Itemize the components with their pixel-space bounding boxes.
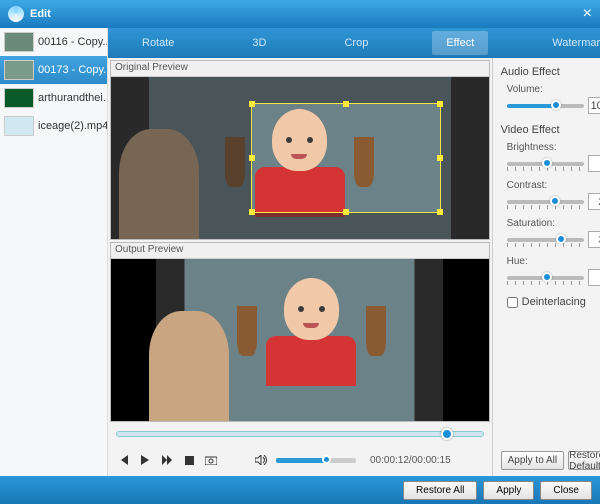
slider-knob[interactable] [542,158,552,168]
original-preview: Original Preview [110,60,490,240]
volume-knob[interactable] [322,455,331,464]
crop-handle[interactable] [249,101,255,107]
sidebar-item-label: 00116 - Copy... [38,36,107,48]
crop-handle[interactable] [249,209,255,215]
contrast-spinner[interactable]: 20▲▼ [588,193,600,210]
sidebar-item-3[interactable]: iceage(2).mp4 [0,112,107,140]
apply-to-all-button[interactable]: Apply to All [501,451,565,470]
restore-defaults-button[interactable]: Restore Defaults [568,451,600,470]
thumb-icon [4,32,34,52]
sidebar-item-label: 00173 - Copy... [38,64,107,76]
window-title: Edit [30,8,51,20]
deinterlace-checkbox[interactable]: Deinterlacing [501,296,600,308]
brightness-label: Brightness: [507,142,600,153]
prev-icon[interactable] [116,453,130,467]
crop-handle[interactable] [343,101,349,107]
tab-crop[interactable]: Crop [330,31,382,55]
apply-button[interactable]: Apply [483,481,534,500]
next-icon[interactable] [160,453,174,467]
crop-handle[interactable] [437,101,443,107]
thumb-icon [4,60,34,80]
footer: Restore All Apply Close [0,476,600,504]
snapshot-icon[interactable] [204,453,218,467]
sidebar-item-label: iceage(2).mp4 [38,120,107,132]
close-icon[interactable]: × [583,5,592,23]
sidebar-item-2[interactable]: arthurandthei... [0,84,107,112]
volume-label: Volume: [507,84,600,95]
hue-slider[interactable] [507,276,584,280]
saturation-label: Saturation: [507,218,600,229]
deinterlace-input[interactable] [507,297,518,308]
saturation-spinner[interactable]: 37▲▼ [588,231,600,248]
time-display: 00:00:12/00:00:15 [370,455,451,466]
tab-bar: Rotate 3D Crop Effect Watermark [108,28,600,58]
saturation-slider[interactable] [507,238,584,242]
brightness-spinner[interactable]: 0▲▼ [588,155,600,172]
brightness-slider[interactable] [507,162,584,166]
tab-watermark[interactable]: Watermark [538,31,600,55]
original-preview-label: Original Preview [111,61,489,77]
sidebar-item-1[interactable]: 00173 - Copy... [0,56,107,84]
contrast-slider[interactable] [507,200,584,204]
stop-icon[interactable] [182,453,196,467]
app-logo-icon [8,6,24,22]
output-video [111,259,489,421]
video-effect-title: Video Effect [501,124,600,136]
timeline-slider[interactable] [116,431,484,437]
thumb-icon [4,88,34,108]
original-video[interactable] [111,77,489,239]
slider-knob[interactable] [542,272,552,282]
tab-3d[interactable]: 3D [238,31,280,55]
hue-spinner[interactable]: 0▲▼ [588,269,600,286]
crop-rectangle[interactable] [251,103,441,213]
tab-rotate[interactable]: Rotate [128,31,188,55]
volume-slider[interactable] [276,458,356,463]
deinterlace-label: Deinterlacing [522,296,586,308]
audio-effect-title: Audio Effect [501,66,600,78]
close-button[interactable]: Close [540,481,592,500]
tab-effect[interactable]: Effect [432,31,488,55]
sidebar-item-label: arthurandthei... [38,92,107,104]
volume-effect-slider[interactable] [507,104,584,108]
crop-handle[interactable] [343,209,349,215]
volume-spinner[interactable]: 100%▲▼ [588,97,600,114]
output-preview-label: Output Preview [111,243,489,259]
crop-handle[interactable] [437,209,443,215]
slider-knob[interactable] [556,234,566,244]
play-icon[interactable] [138,453,152,467]
slider-knob[interactable] [551,100,561,110]
effects-panel: Audio Effect Volume: 100%▲▼ Video Effect… [492,58,600,476]
volume-icon[interactable] [254,453,268,467]
hue-label: Hue: [507,256,600,267]
titlebar: Edit × [0,0,600,28]
file-sidebar: 00116 - Copy... 00173 - Copy... arthuran… [0,28,108,476]
restore-all-button[interactable]: Restore All [403,481,477,500]
crop-handle[interactable] [437,155,443,161]
output-preview: Output Preview [110,242,490,422]
contrast-label: Contrast: [507,180,600,191]
slider-knob[interactable] [550,196,560,206]
timeline-knob[interactable] [441,428,453,440]
thumb-icon [4,116,34,136]
sidebar-item-0[interactable]: 00116 - Copy... [0,28,107,56]
crop-handle[interactable] [249,155,255,161]
